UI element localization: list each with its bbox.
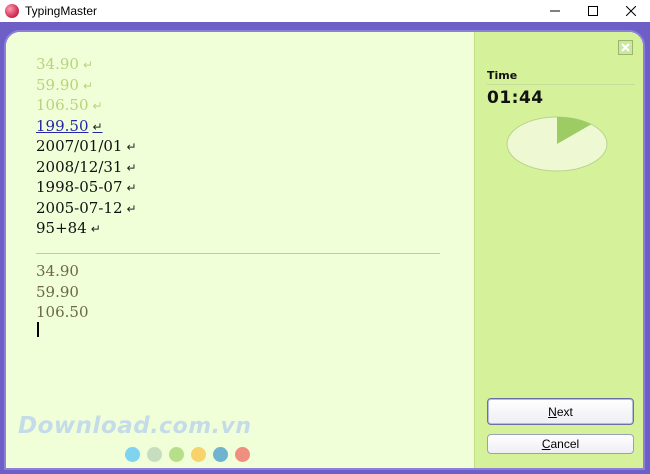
watermark-domain: .com.vn <box>150 414 252 439</box>
cancel-label: ancel <box>550 437 580 451</box>
watermark-logo: Download.com.vn <box>18 413 251 439</box>
app-logo-icon <box>5 4 19 18</box>
typed-text: 34.90 59.90 106.50 <box>36 261 89 323</box>
timer-pie-icon <box>506 116 608 172</box>
exercise-line: 59.90 ↵ <box>36 75 137 96</box>
return-icon: ↵ <box>92 99 103 113</box>
exercise-line-text: 34.90 <box>36 55 79 73</box>
return-icon: ↵ <box>82 58 94 72</box>
exercise-line: 2008/12/31 ↵ <box>36 157 137 178</box>
return-icon: ↵ <box>126 140 137 154</box>
watermark-dot <box>213 447 228 462</box>
divider <box>36 253 440 254</box>
cancel-accel: C <box>541 437 551 451</box>
typed-line: 106.50 <box>36 303 89 321</box>
next-button[interactable]: Next <box>487 398 634 425</box>
exercise-line-text: 95+84 <box>36 219 87 237</box>
watermark-dot <box>169 447 184 462</box>
main-frame: 34.90 ↵ 59.90 ↵ 106.50 ↵ 199.50 ↵ 2007/01/01 ↵ 200… <box>0 22 650 474</box>
exercise-line-text: 2008/12/31 <box>36 157 123 176</box>
time-divider <box>487 84 635 85</box>
close-icon <box>621 43 630 52</box>
title-bar: TypingMaster <box>0 0 650 22</box>
content-panel: 34.90 ↵ 59.90 ↵ 106.50 ↵ 199.50 ↵ 2007/01/01 ↵ 200… <box>4 30 645 470</box>
exercise-text: 34.90 ↵ 59.90 ↵ 106.50 ↵ 199.50 ↵ 2007/01/01 ↵ 200… <box>36 54 137 239</box>
return-icon: ↵ <box>126 201 137 216</box>
return-icon: ↵ <box>82 78 94 93</box>
exercise-line: 199.50 ↵ <box>36 116 137 137</box>
next-label: ext <box>556 404 573 419</box>
maximize-icon <box>588 6 598 16</box>
watermark-dot <box>235 447 250 462</box>
time-label: Time <box>487 69 518 82</box>
return-icon: ↵ <box>92 119 103 134</box>
exercise-line-text: 1998-05-07 <box>36 178 123 196</box>
exercise-line: 1998-05-07 ↵ <box>36 177 137 198</box>
exercise-line: 106.50 ↵ <box>36 95 137 116</box>
minimize-icon <box>550 10 560 12</box>
exercise-line-text: 106.50 <box>36 96 89 114</box>
watermark-dot <box>125 447 140 462</box>
text-cursor <box>37 322 39 337</box>
side-panel: Time 01:44 Next Cancel <box>474 32 643 468</box>
exercise-line-text: 2005-07-12 <box>36 198 123 217</box>
time-value: 01:44 <box>487 88 544 108</box>
exercise-line-text: 2007/01/01 <box>36 137 123 155</box>
watermark-dot <box>191 447 206 462</box>
minimize-button[interactable] <box>536 0 574 22</box>
typing-area[interactable]: 34.90 ↵ 59.90 ↵ 106.50 ↵ 199.50 ↵ 2007/01/01 ↵ 200… <box>6 32 474 468</box>
exercise-line: 2005-07-12 ↵ <box>36 198 137 219</box>
exercise-line: 2007/01/01 ↵ <box>36 136 137 157</box>
close-button[interactable] <box>612 0 650 22</box>
exercise-line: 34.90 ↵ <box>36 54 137 75</box>
return-icon: ↵ <box>90 222 101 236</box>
typed-line: 34.90 <box>36 262 79 280</box>
exercise-line-text: 199.50 <box>36 116 89 135</box>
maximize-button[interactable] <box>574 0 612 22</box>
exercise-line-text: 59.90 <box>36 75 79 94</box>
watermark-dots <box>125 447 250 462</box>
panel-close-button[interactable] <box>618 40 633 55</box>
window-title: TypingMaster <box>25 4 98 18</box>
return-icon: ↵ <box>126 181 137 195</box>
typed-line: 59.90 <box>36 282 79 301</box>
return-icon: ↵ <box>126 160 137 175</box>
cancel-button[interactable]: Cancel <box>487 434 634 454</box>
exercise-line: 95+84 ↵ <box>36 218 137 239</box>
watermark-dot <box>147 447 162 462</box>
close-icon <box>626 6 636 16</box>
next-accel: N <box>548 404 557 419</box>
watermark-text: Download <box>18 413 151 439</box>
